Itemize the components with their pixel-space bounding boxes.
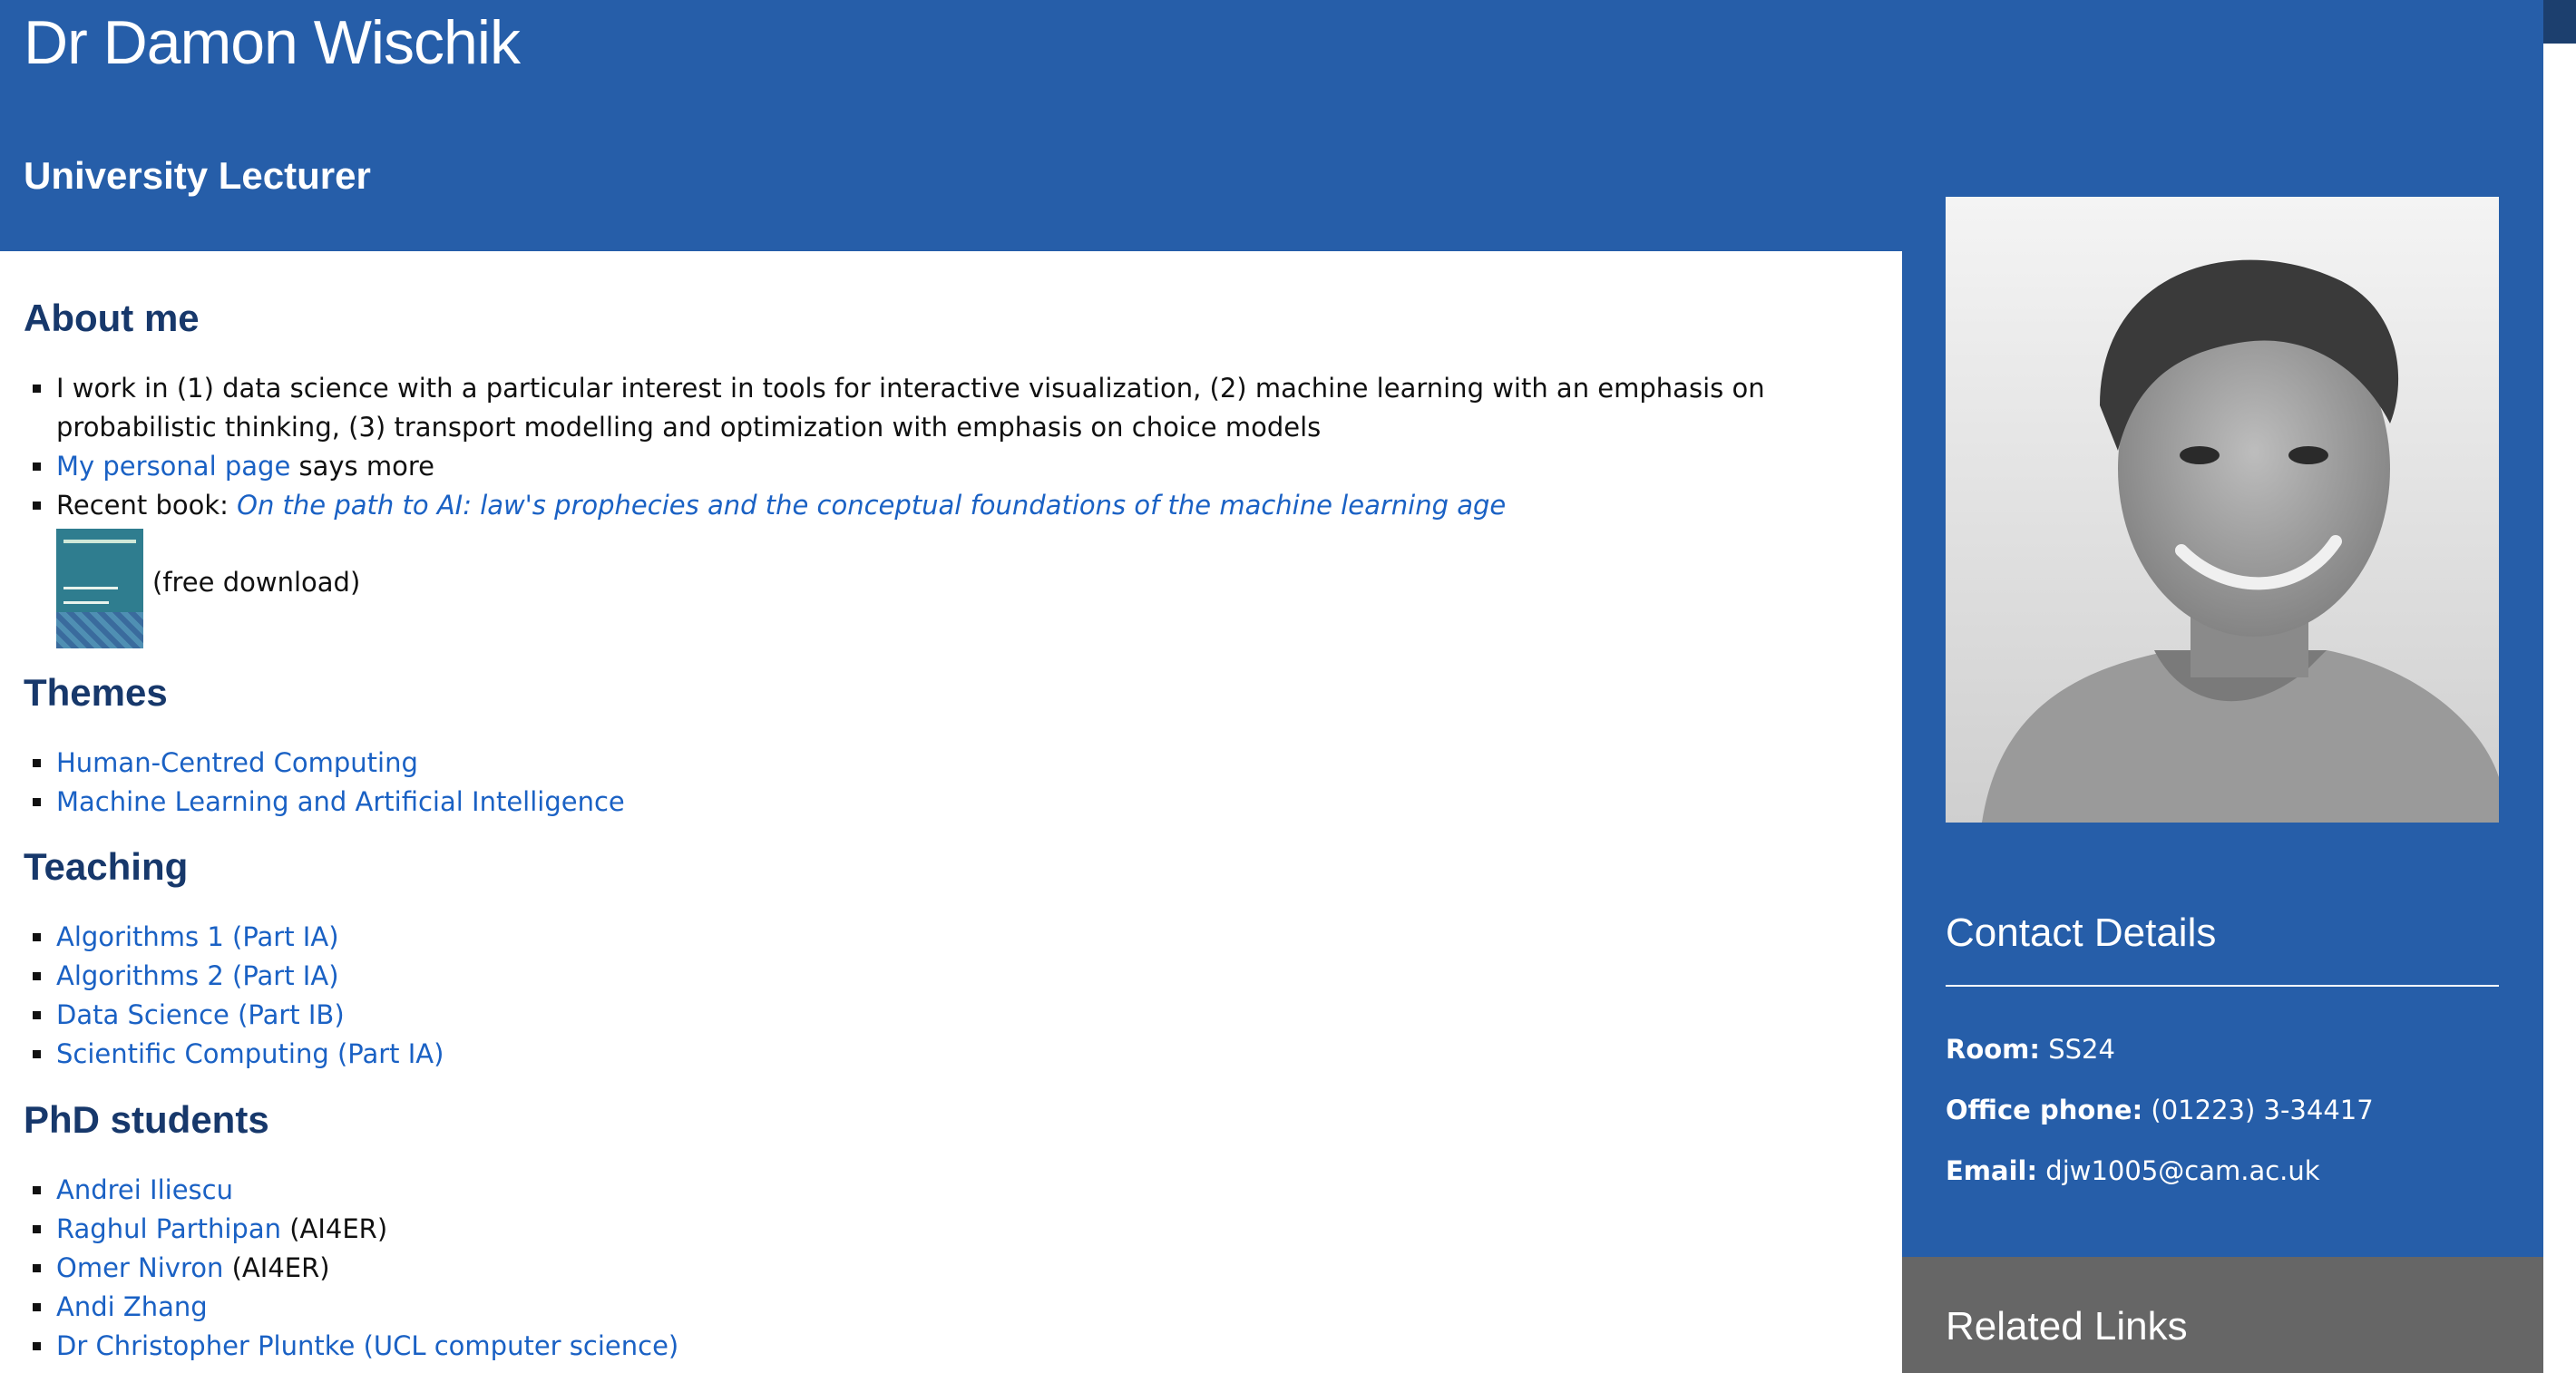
list-item: I work in (1) data science with a partic… bbox=[24, 369, 1801, 447]
profile-photo bbox=[1946, 197, 2499, 823]
theme-link[interactable]: Machine Learning and Artificial Intellig… bbox=[56, 786, 625, 817]
themes-heading: Themes bbox=[24, 671, 168, 714]
contact-details-heading: Contact Details bbox=[1946, 910, 2217, 955]
contact-email: Email: djw1005@cam.ac.uk bbox=[1946, 1155, 2320, 1186]
student-note: (AI4ER) bbox=[223, 1252, 330, 1283]
list-item: Scientific Computing (Part IA) bbox=[24, 1035, 1801, 1074]
teaching-list: Algorithms 1 (Part IA) Algorithms 2 (Par… bbox=[24, 918, 1801, 1074]
divider bbox=[1946, 985, 2499, 987]
list-item: Andrei Iliescu bbox=[24, 1171, 1801, 1210]
room-value: SS24 bbox=[2040, 1034, 2115, 1065]
course-link[interactable]: Algorithms 1 (Part IA) bbox=[56, 921, 339, 952]
list-item: Raghul Parthipan (AI4ER) bbox=[24, 1210, 1801, 1249]
contact-phone: Office phone: (01223) 3-34417 bbox=[1946, 1095, 2374, 1125]
list-item: Omer Nivron (AI4ER) bbox=[24, 1249, 1801, 1288]
about-text: says more bbox=[290, 451, 434, 482]
student-link[interactable]: Andrei Iliescu bbox=[56, 1174, 233, 1205]
student-link[interactable]: Raghul Parthipan bbox=[56, 1213, 281, 1244]
list-item: Recent book: On the path to AI: law's pr… bbox=[24, 486, 1801, 525]
edge-strip bbox=[2543, 0, 2576, 44]
list-item: Dr Christopher Pluntke (UCL computer sci… bbox=[24, 1327, 1801, 1366]
about-text: Recent book: bbox=[56, 490, 238, 521]
about-list: I work in (1) data science with a partic… bbox=[24, 369, 1801, 525]
book-link[interactable]: On the path to AI: law's prophecies and … bbox=[237, 490, 1506, 521]
phone-label: Office phone: bbox=[1946, 1095, 2143, 1125]
personal-page-link[interactable]: My personal page bbox=[56, 451, 290, 482]
course-link[interactable]: Algorithms 2 (Part IA) bbox=[56, 960, 339, 991]
themes-list: Human-Centred Computing Machine Learning… bbox=[24, 744, 1801, 822]
phd-heading: PhD students bbox=[24, 1098, 269, 1141]
teaching-heading: Teaching bbox=[24, 845, 189, 888]
student-link[interactable]: Omer Nivron bbox=[56, 1252, 223, 1283]
contact-room: Room: SS24 bbox=[1946, 1034, 2115, 1065]
student-note: (AI4ER) bbox=[280, 1213, 388, 1244]
course-link[interactable]: Scientific Computing (Part IA) bbox=[56, 1038, 444, 1069]
list-item: My personal page says more bbox=[24, 447, 1801, 486]
phone-value: (01223) 3-34417 bbox=[2142, 1095, 2374, 1125]
list-item: Machine Learning and Artificial Intellig… bbox=[24, 783, 1801, 822]
email-label: Email: bbox=[1946, 1155, 2038, 1186]
job-title: University Lecturer bbox=[24, 154, 371, 197]
list-item: Algorithms 2 (Part IA) bbox=[24, 957, 1801, 996]
room-label: Room: bbox=[1946, 1034, 2040, 1065]
email-value: djw1005@cam.ac.uk bbox=[2037, 1155, 2320, 1186]
about-heading: About me bbox=[24, 297, 200, 339]
list-item: Algorithms 1 (Part IA) bbox=[24, 918, 1801, 957]
page-title: Dr Damon Wischik bbox=[24, 8, 521, 77]
book-caption: (free download) bbox=[152, 567, 361, 598]
list-item: Andi Zhang bbox=[24, 1288, 1801, 1327]
about-text: I work in (1) data science with a partic… bbox=[56, 373, 1765, 443]
phd-list: Andrei Iliescu Raghul Parthipan (AI4ER) … bbox=[24, 1171, 1801, 1366]
main-content: About me I work in (1) data science with… bbox=[24, 251, 1874, 1373]
sidebar: Contact Details Room: SS24 Office phone:… bbox=[1902, 0, 2543, 1373]
portrait-image bbox=[1946, 197, 2499, 823]
list-item: Data Science (Part IB) bbox=[24, 996, 1801, 1035]
related-links-panel: Related Links bbox=[1902, 1257, 2543, 1373]
student-link[interactable]: Dr Christopher Pluntke (UCL computer sci… bbox=[56, 1330, 678, 1361]
list-item: Human-Centred Computing bbox=[24, 744, 1801, 783]
book-cover-image[interactable] bbox=[56, 529, 143, 648]
course-link[interactable]: Data Science (Part IB) bbox=[56, 999, 345, 1030]
related-links-heading: Related Links bbox=[1946, 1304, 2188, 1349]
theme-link[interactable]: Human-Centred Computing bbox=[56, 747, 418, 778]
student-link[interactable]: Andi Zhang bbox=[56, 1291, 208, 1322]
